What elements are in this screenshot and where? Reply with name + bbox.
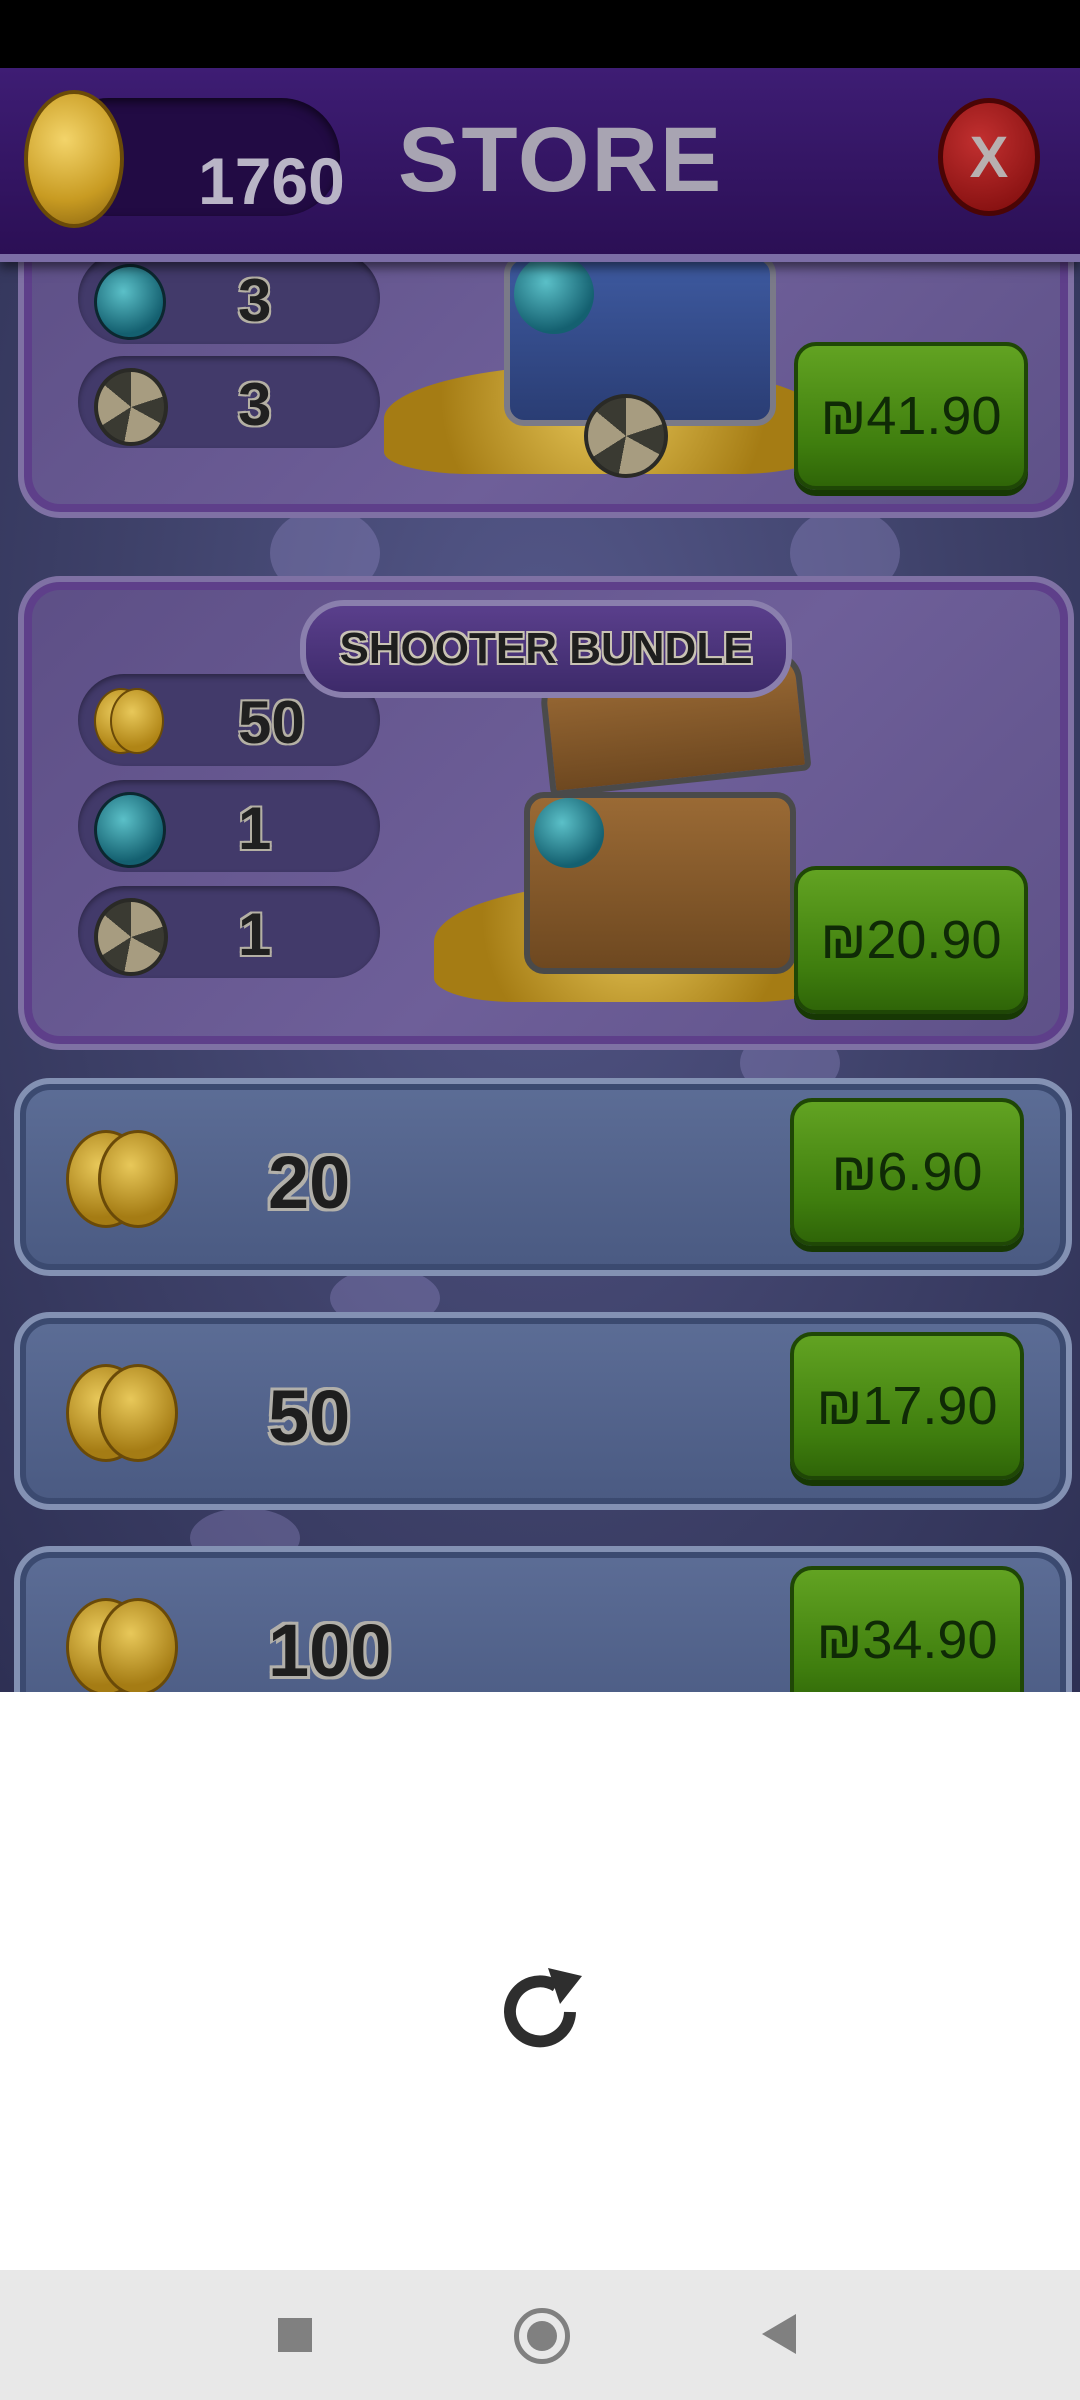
coins-icon [66,1130,178,1228]
bundle-item-value: 50 [238,689,305,756]
ball-icon [584,394,668,478]
buy-coins-button[interactable]: ₪6.90 [790,1098,1024,1246]
coin-icon [94,688,164,754]
bundle-item-gems: 3 [78,252,380,344]
gem-icon [94,792,166,868]
bundle-item-balls: 1 [78,886,380,978]
price-label: ₪17.90 [816,1376,998,1436]
buy-bundle-button[interactable]: ₪20.90 [794,866,1028,1014]
back-button[interactable] [762,2314,796,2354]
page-title: STORE [398,109,724,211]
bundle-item-gems: 1 [78,780,380,872]
coin-pack-amount: 50 [268,1375,351,1458]
recents-button[interactable] [278,2318,312,2352]
coin-pack-row: 50 ₪17.90 [14,1312,1072,1510]
price-label: ₪20.90 [820,910,1002,970]
coin-pack-amount: 20 [268,1141,351,1224]
bundle-item-value: 3 [238,267,272,334]
buy-bundle-button[interactable]: ₪41.90 [794,342,1028,490]
bundle-item-value: 3 [238,371,272,438]
reload-icon[interactable] [490,1962,590,2062]
status-bar [0,0,1080,68]
gem-icon [94,264,166,340]
coin-icon [24,90,124,228]
buy-coins-button[interactable]: ₪34.90 [790,1566,1024,1692]
ad-placeholder-area [0,1692,1080,2270]
store-screen: 1760 STORE X 3 1 3 ₪41.90 SHOOTER BUNDLE [0,68,1080,1692]
bundle-title-tag: SHOOTER BUNDLE [300,600,792,698]
bundle-item-balls: 1 3 [78,356,380,448]
close-icon: X [969,124,1009,190]
close-button[interactable]: X [938,98,1040,216]
gem-icon [514,254,594,334]
coin-balance: 1760 [198,144,345,218]
buy-coins-button[interactable]: ₪17.90 [790,1332,1024,1480]
home-button[interactable] [514,2308,570,2364]
bundle-item-value: 1 [238,795,272,862]
coin-pack-amount: 100 [268,1609,392,1692]
ball-icon [94,898,168,976]
coins-icon [66,1598,178,1692]
store-header: 1760 STORE X [0,68,1080,262]
price-label: ₪6.90 [831,1142,983,1202]
navigation-bar [0,2270,1080,2400]
coin-pack-row: 20 ₪6.90 [14,1078,1072,1276]
coins-icon [66,1364,178,1462]
bundle-item-value: 1 [238,901,272,968]
coin-pack-row: 100 ₪34.90 [14,1546,1072,1692]
bundle-title: SHOOTER BUNDLE [339,624,753,673]
price-label: ₪41.90 [820,386,1002,446]
price-label: ₪34.90 [816,1610,998,1670]
ball-icon [94,368,168,446]
gem-icon [534,798,604,868]
